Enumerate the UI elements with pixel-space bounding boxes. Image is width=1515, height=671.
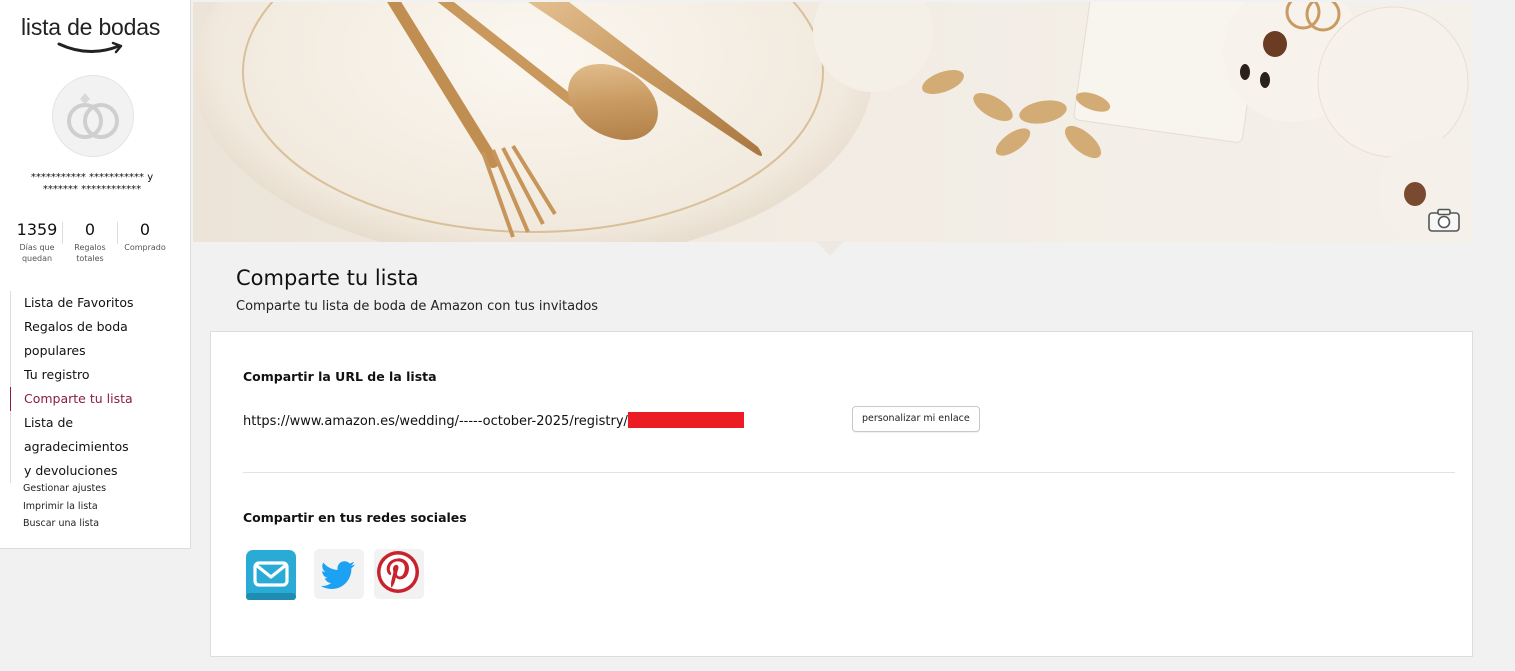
camera-icon[interactable] (1428, 208, 1460, 232)
sidebar-item-popular-gifts-cont[interactable]: populares (10, 339, 181, 363)
couple-names-line1: *********** *********** y (30, 172, 154, 183)
twitter-icon[interactable] (314, 549, 364, 599)
sidebar-item-share-list[interactable]: Comparte tu lista (10, 387, 181, 411)
share-card: Compartir la URL de la lista https://www… (210, 331, 1473, 657)
page-subtitle: Comparte tu lista de boda de Amazon con … (236, 299, 599, 314)
avatar[interactable] (52, 75, 134, 157)
stat-number: 0 (84, 220, 96, 239)
customize-link-button[interactable]: personalizar mi enlace (852, 406, 980, 432)
pinterest-icon[interactable] (374, 549, 424, 599)
share-social-title: Compartir en tus redes sociales (243, 510, 467, 525)
stat-number: 0 (139, 220, 151, 239)
sidebar-item-popular-gifts[interactable]: Regalos de boda (10, 315, 181, 339)
print-list-link[interactable]: Imprimir la lista (23, 498, 106, 516)
sidebar-item-favorites[interactable]: Lista de Favoritos (10, 291, 181, 315)
sidebar-item-thank-you-list[interactable]: Lista de agradecimientos (10, 411, 181, 459)
cover-banner-image (193, 2, 1472, 242)
redacted-block (627, 412, 744, 428)
stat-total-gifts: 0 Regalos totales (63, 220, 117, 264)
stat-label: Regalos totales (74, 243, 106, 263)
couple-names: *********** *********** y ******* ******… (10, 172, 174, 196)
sidebar-sub-links: Gestionar ajustes Imprimir la lista Busc… (23, 480, 106, 533)
stat-label: Comprado (124, 243, 166, 252)
registry-url-text: https://www.amazon.es/wedding/-----octob… (243, 414, 628, 429)
sidebar: lista de bodas *********** *********** y… (0, 0, 191, 549)
stat-label: Días que quedan (19, 243, 55, 263)
stat-days-left: 1359 Días que quedan (12, 220, 62, 264)
registry-url[interactable]: https://www.amazon.es/wedding/-----octob… (243, 412, 744, 429)
search-list-link[interactable]: Buscar una lista (23, 515, 106, 533)
sidebar-item-your-registry[interactable]: Tu registro (10, 363, 181, 387)
share-url-title: Compartir la URL de la lista (243, 369, 437, 384)
section-divider (243, 472, 1455, 473)
banner-pointer (816, 241, 844, 256)
stat-purchased: 0 Comprado (118, 220, 172, 264)
couple-names-line2: ******* ************ (42, 184, 142, 195)
registry-stats: 1359 Días que quedan 0 Regalos totales 0 C… (12, 220, 180, 264)
manage-settings-link[interactable]: Gestionar ajustes (23, 480, 106, 498)
stat-number: 1359 (16, 220, 58, 239)
sidebar-nav: Lista de Favoritos Regalos de boda popul… (10, 291, 181, 483)
logo-text: lista de bodas (21, 14, 161, 40)
amazon-smile-icon (57, 41, 123, 54)
wedding-rings-icon (67, 93, 119, 139)
page-title: Comparte tu lista (236, 266, 419, 290)
email-icon[interactable] (245, 549, 297, 601)
wedding-registry-logo[interactable]: lista de bodas (21, 14, 171, 60)
